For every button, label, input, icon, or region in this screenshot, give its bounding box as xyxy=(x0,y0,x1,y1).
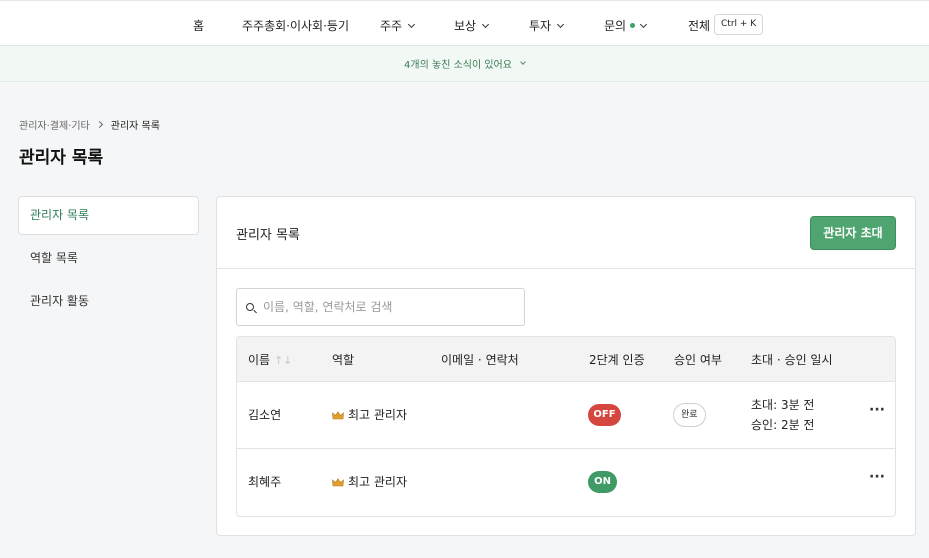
approved-time: 승인: 2분 전 xyxy=(751,418,815,432)
invite-admin-button[interactable]: 관리자 초대 xyxy=(810,216,896,250)
nav-all-label: 전체 xyxy=(688,19,711,33)
twofactor-off-badge: OFF xyxy=(588,404,621,426)
nav-meetings[interactable]: 주주총회·이사회·등기 xyxy=(242,17,349,34)
admin-name: 최혜주 xyxy=(248,475,282,489)
column-header-role: 역할 xyxy=(332,353,355,367)
invited-time: 초대: 3분 전 xyxy=(751,398,815,412)
column-name-label: 이름 xyxy=(248,353,271,367)
banner-text: 4개의 놓친 소식이 있어요 xyxy=(404,60,512,71)
table-row: 김소연 최고 관리자 OFF 완료 초대: 3분 전 승인: 2분 전 ··· xyxy=(237,382,895,449)
shortcut-hint: Ctrl + K xyxy=(714,14,764,35)
admin-role: 최고 관리자 xyxy=(332,473,407,490)
breadcrumb-current: 관리자 목록 xyxy=(110,121,160,132)
search-box[interactable] xyxy=(236,288,525,326)
column-header-datetime: 초대 · 승인 일시 xyxy=(751,353,833,367)
sidebar-item-admin-activity[interactable]: 관리자 활동 xyxy=(18,282,199,321)
nav-rewards[interactable]: 보상 xyxy=(454,17,490,34)
twofactor-on-badge: ON xyxy=(588,471,617,493)
chevron-down-icon xyxy=(482,20,490,28)
column-header-approval: 승인 여부 xyxy=(674,353,722,367)
nav-meetings-label: 주주총회·이사회·등기 xyxy=(242,19,349,33)
chevron-right-icon xyxy=(95,120,103,129)
missed-news-banner[interactable]: 4개의 놓친 소식이 있어요 xyxy=(0,46,929,82)
top-navigation-bar: 홈 주주총회·이사회·등기 주주 보상 투자 문의 전체 Ctrl + K xyxy=(0,0,929,46)
more-horizontal-icon[interactable]: ··· xyxy=(869,469,885,485)
nav-investment[interactable]: 투자 xyxy=(529,17,565,34)
chevron-down-icon xyxy=(520,59,526,65)
more-horizontal-icon[interactable]: ··· xyxy=(869,402,885,418)
card-title: 관리자 목록 xyxy=(236,228,300,243)
crown-icon xyxy=(332,478,344,487)
sort-arrows-icon[interactable]: ↑↓ xyxy=(274,354,292,367)
approval-status-badge: 완료 xyxy=(673,403,706,427)
invite-approve-datetime: 초대: 3분 전 승인: 2분 전 xyxy=(751,395,814,435)
table-row: 최혜주 최고 관리자 ON ··· xyxy=(237,449,895,516)
nav-inquiry-label: 문의 xyxy=(604,19,627,33)
admin-role: 최고 관리자 xyxy=(332,406,407,423)
role-label: 최고 관리자 xyxy=(348,475,408,489)
breadcrumb: 관리자·결제·기타 관리자 목록 xyxy=(19,117,160,132)
nav-shareholders[interactable]: 주주 xyxy=(380,17,416,34)
status-dot-icon xyxy=(630,23,636,28)
search-icon xyxy=(246,303,254,311)
chevron-down-icon xyxy=(557,20,565,28)
nav-investment-label: 투자 xyxy=(529,19,552,33)
admin-table: 이름 ↑↓ 역할 이메일 · 연락처 2단계 인증 승인 여부 초대 · 승인 일… xyxy=(236,336,896,517)
admin-name: 김소연 xyxy=(248,408,282,422)
nav-home[interactable]: 홈 xyxy=(193,17,204,34)
column-header-name[interactable]: 이름 ↑↓ xyxy=(248,351,293,368)
card-header: 관리자 목록 관리자 초대 xyxy=(217,197,915,269)
nav-shareholders-label: 주주 xyxy=(380,19,403,33)
breadcrumb-parent[interactable]: 관리자·결제·기타 xyxy=(19,117,90,132)
sidebar-item-role-list[interactable]: 역할 목록 xyxy=(18,239,199,278)
table-header: 이름 ↑↓ 역할 이메일 · 연락처 2단계 인증 승인 여부 초대 · 승인 일… xyxy=(237,337,895,382)
chevron-down-icon xyxy=(640,20,648,28)
nav-all[interactable]: 전체 xyxy=(688,17,710,34)
nav-home-label: 홈 xyxy=(193,19,205,33)
search-input[interactable] xyxy=(263,298,518,316)
crown-icon xyxy=(332,411,344,420)
page-title: 관리자 목록 xyxy=(19,148,104,168)
role-label: 최고 관리자 xyxy=(348,408,408,422)
nav-rewards-label: 보상 xyxy=(454,19,477,33)
chevron-down-icon xyxy=(408,20,416,28)
column-header-twofactor: 2단계 인증 xyxy=(589,353,645,367)
nav-inquiry[interactable]: 문의 xyxy=(604,17,648,34)
admin-list-card: 관리자 목록 관리자 초대 이름↑↓ 역할 이메일 · 연락처 2단계 인증 승… xyxy=(216,196,916,536)
sidebar-item-admin-list[interactable]: 관리자 목록 xyxy=(18,196,199,235)
column-header-contact: 이메일 · 연락처 xyxy=(441,353,519,367)
